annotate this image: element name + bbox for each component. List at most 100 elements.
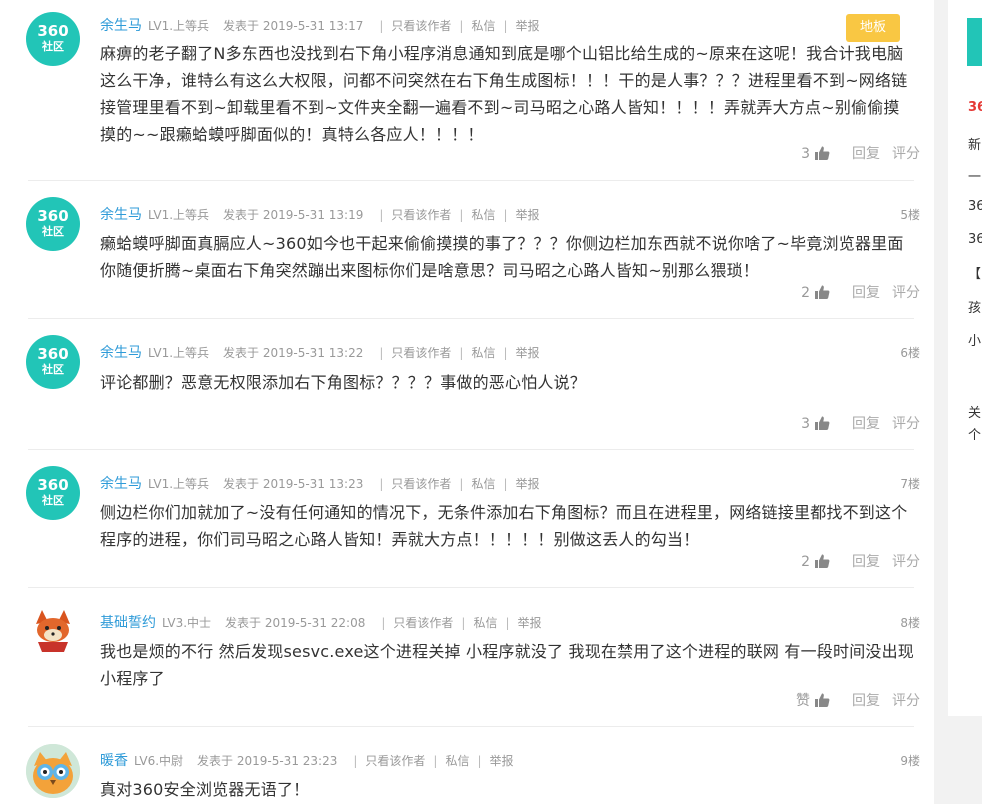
user-avatar[interactable]: 360 社区 — [26, 335, 80, 389]
sidebar-item[interactable]: 孩 — [968, 297, 981, 316]
sidebar-item[interactable]: 36 — [968, 232, 982, 247]
user-avatar[interactable] — [26, 744, 80, 798]
post-meta: 暖香 LV6.中尉 发表于 2019-5-31 23:23 | 只看该作者 | 私信 | 举报 — [100, 751, 514, 771]
only-author-link[interactable]: 只看该作者 — [393, 616, 453, 630]
post-content: 癞蛤蟆呼脚面真膈应人~360如今也干起来偷偷摸摸的事了？？？你侧边栏加东西就不说… — [100, 230, 903, 284]
user-level: LV1.上等兵 — [148, 346, 210, 360]
avatar-logo-subtext: 社区 — [42, 494, 64, 507]
thumbs-up-icon[interactable] — [814, 284, 830, 306]
sidebar-item[interactable]: 小 — [968, 330, 981, 349]
content-line: 我也是烦的不行 然后发现sesvc.exe这个进程关掉 小程序就没了 我现在禁用… — [100, 642, 914, 661]
user-level: LV1.上等兵 — [148, 477, 210, 491]
report-link[interactable]: 举报 — [490, 754, 514, 768]
right-sidebar: 36 新一 36 36 【孩小关个 — [948, 0, 982, 716]
content-line: 摸的~~跟癞蛤蟆呼脚面似的！真特么各应人！！！！ — [100, 125, 484, 144]
separator: | — [477, 754, 482, 768]
post-content: 真对360安全浏览器无语了！ — [100, 776, 900, 803]
only-author-link[interactable]: 只看该作者 — [391, 346, 451, 360]
private-message-link[interactable]: 私信 — [445, 754, 469, 768]
sidebar-item[interactable]: 关 — [968, 402, 981, 421]
report-link[interactable]: 举报 — [516, 477, 540, 491]
private-message-link[interactable]: 私信 — [471, 477, 495, 491]
post-content: 侧边栏你们加就加了~没有任何通知的情况下，无条件添加右下角图标？而且在进程里，网… — [100, 499, 907, 553]
reply-button[interactable]: 回复 — [852, 554, 880, 570]
sidebar-item[interactable]: 【 — [968, 263, 981, 282]
reply-button[interactable]: 回复 — [852, 285, 880, 301]
rate-button[interactable]: 评分 — [892, 416, 920, 432]
only-author-link[interactable]: 只看该作者 — [391, 208, 451, 222]
report-link[interactable]: 举报 — [516, 208, 540, 222]
private-message-link[interactable]: 私信 — [471, 346, 495, 360]
like-count: 3 — [801, 416, 810, 432]
username-link[interactable]: 暖香 — [100, 753, 128, 769]
user-avatar[interactable] — [26, 604, 80, 658]
avatar-logo-text: 360 — [37, 207, 69, 225]
user-avatar[interactable]: 360 社区 — [26, 197, 80, 251]
username-link[interactable]: 基础誓约 — [100, 615, 156, 631]
sidebar-action-button[interactable] — [967, 18, 982, 66]
thumbs-up-icon[interactable] — [814, 415, 830, 437]
user-avatar[interactable]: 360 社区 — [26, 466, 80, 520]
separator: | — [459, 346, 464, 360]
post-meta: 余生马 LV1.上等兵 发表于 2019-5-31 13:19 | 只看该作者 | 私信 | 举… — [100, 205, 540, 225]
post-divider — [28, 318, 914, 319]
rate-button[interactable]: 评分 — [892, 554, 920, 570]
post-time: 发表于 2019-5-31 13:23 — [223, 477, 364, 491]
sidebar-item[interactable]: 36 — [968, 100, 982, 115]
post-meta: 余生马 LV1.上等兵 发表于 2019-5-31 13:22 | 只看该作者 | 私信 | 举… — [100, 343, 540, 363]
report-link[interactable]: 举报 — [518, 616, 542, 630]
separator: | — [379, 477, 384, 491]
thumbs-up-icon[interactable] — [814, 553, 830, 575]
post-meta: 余生马 LV1.上等兵 发表于 2019-5-31 13:17 | 只看该作者 | 私信 | 举… — [100, 16, 540, 36]
private-message-link[interactable]: 私信 — [473, 616, 497, 630]
report-link[interactable]: 举报 — [516, 19, 540, 33]
private-message-link[interactable]: 私信 — [471, 19, 495, 33]
avatar-logo-text: 360 — [37, 345, 69, 363]
sidebar-item[interactable]: 36 — [968, 199, 982, 214]
separator: | — [379, 208, 384, 222]
thumbs-up-icon[interactable] — [814, 692, 830, 714]
username-link[interactable]: 余生马 — [100, 207, 142, 223]
only-author-link[interactable]: 只看该作者 — [391, 477, 451, 491]
thumbs-up-icon[interactable] — [814, 145, 830, 167]
avatar-logo-text: 360 — [37, 22, 69, 40]
separator: | — [503, 346, 508, 360]
floor-number: 7楼 — [900, 477, 920, 491]
sidebar-item[interactable]: 一 — [968, 166, 981, 185]
private-message-link[interactable]: 私信 — [471, 208, 495, 222]
user-avatar[interactable]: 360 社区 — [26, 12, 80, 66]
reply-button[interactable]: 回复 — [852, 416, 880, 432]
sidebar-item[interactable]: 新 — [968, 134, 981, 153]
post-meta: 基础誓约 LV3.中士 发表于 2019-5-31 22:08 | 只看该作者 | 私信 | 举… — [100, 613, 542, 633]
rate-button[interactable]: 评分 — [892, 693, 920, 709]
post-content: 评论都删？恶意无权限添加右下角图标？？？？事做的恶心怕人说？ — [100, 369, 900, 396]
post-time: 发表于 2019-5-31 13:22 — [223, 346, 364, 360]
post-list: 360 社区 余生马 LV1.上等兵 发表于 2019-5-31 13:17 | 只看该作者… — [0, 0, 934, 804]
post-divider — [28, 180, 914, 181]
separator: | — [505, 616, 510, 630]
username-link[interactable]: 余生马 — [100, 345, 142, 361]
post-divider — [28, 449, 914, 450]
only-author-link[interactable]: 只看该作者 — [365, 754, 425, 768]
avatar-logo-subtext: 社区 — [42, 225, 64, 238]
separator: | — [459, 208, 464, 222]
content-line: 你随便折腾~桌面右下角突然蹦出来图标你们是啥意思？司马昭之心路人皆知~别那么猥琐… — [100, 261, 760, 280]
content-line: 这么干净，谁特么有这么大权限，问都不问突然在右下角生成图标！！！干的是人事？？？… — [100, 71, 908, 90]
user-level: LV6.中尉 — [134, 754, 184, 768]
sidebar-item[interactable]: 个 — [968, 424, 981, 443]
username-link[interactable]: 余生马 — [100, 18, 142, 34]
floor-number: 9楼 — [900, 754, 920, 768]
rate-button[interactable]: 评分 — [892, 146, 920, 162]
content-line: 接管理里看不到~卸载里看不到~文件夹全翻一遍看不到~司马昭之心路人皆知！！！！弄… — [100, 98, 900, 117]
report-link[interactable]: 举报 — [516, 346, 540, 360]
username-link[interactable]: 余生马 — [100, 476, 142, 492]
floor-number: 8楼 — [900, 616, 920, 630]
content-line: 麻痹的老子翻了N多东西也没找到右下角小程序消息通知到底是哪个山铝比给生成的~原来… — [100, 44, 904, 63]
separator: | — [353, 754, 358, 768]
post-actions: 2 回复 评分 — [801, 552, 920, 572]
reply-button[interactable]: 回复 — [852, 146, 880, 162]
rate-button[interactable]: 评分 — [892, 285, 920, 301]
only-author-link[interactable]: 只看该作者 — [391, 19, 451, 33]
like-count: 2 — [801, 554, 810, 570]
reply-button[interactable]: 回复 — [852, 693, 880, 709]
